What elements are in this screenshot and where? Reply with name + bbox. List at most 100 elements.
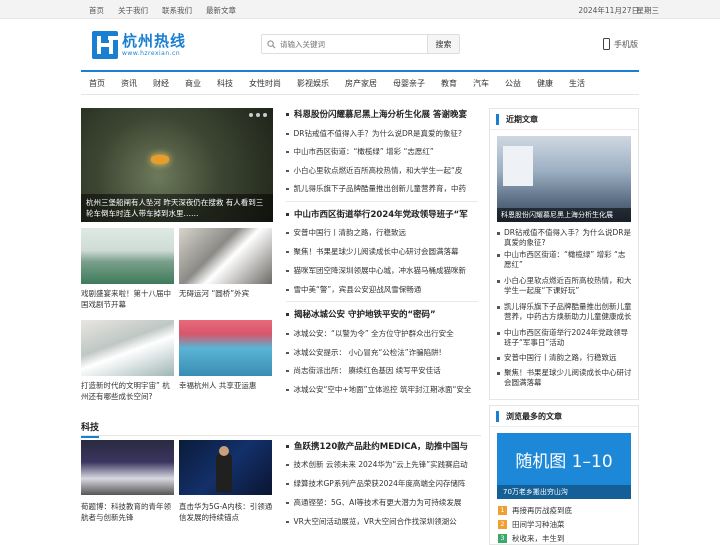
banner-caption: 70万老乡搬出穷山沟	[497, 485, 631, 499]
nav-item-news[interactable]: 资讯	[121, 78, 137, 89]
thumb-caption[interactable]: 打造新时代的文明宇宙” 杭州还有哪些成长空间?	[81, 380, 176, 402]
thumb-image-asiangames[interactable]	[179, 320, 272, 376]
sidebar-latest: 近期文章 科恩股份闪耀慕尼黑上海分析生化展 DR钻戒值不值得入手？为什么说DR是…	[489, 108, 639, 400]
sidebar-title: 近期文章	[490, 109, 638, 130]
thumb-caption[interactable]: 戏剧盛宴来啦！第十八届中国戏剧节开幕	[81, 288, 176, 310]
nav-item-business[interactable]: 商业	[185, 78, 201, 89]
top-weekday: 星期三	[636, 6, 660, 15]
sidebar-item[interactable]: 中山市西区街道：“橄榄绿” 增彩 “志愿红”	[490, 250, 638, 270]
nav-item-home[interactable]: 首页	[89, 78, 105, 89]
sidebar-title: 浏览最多的文章	[490, 406, 638, 427]
rank-number: 2	[498, 519, 507, 529]
news-item[interactable]: 雪中美“警”，宾县公安迎战风雪保畅通	[286, 284, 476, 295]
sidebar-image-caption[interactable]: 科恩股份闪耀慕尼黑上海分析生化展	[497, 208, 631, 222]
slider-dots[interactable]	[249, 113, 267, 117]
search-box: 搜索	[261, 34, 460, 54]
rank-item[interactable]: 2 田间学习种油菜	[490, 517, 638, 531]
sidebar-latest-image[interactable]: 科恩股份闪耀慕尼黑上海分析生化展	[497, 136, 631, 222]
rank-text: 秋收来，丰生到	[512, 533, 565, 543]
boat-light	[151, 155, 169, 164]
sidebar-item[interactable]: 安普中国行丨清韵之路，行稳致远	[490, 353, 638, 363]
news-item[interactable]: 小白心里软点燃近百所高校热情，和大学生一起“皮	[286, 165, 476, 176]
banner-text: 随机图 1–10	[515, 452, 613, 472]
news-headline[interactable]: 鱼跃携120款产品赴约MEDICA，助推中国与	[286, 440, 481, 452]
news-item[interactable]: 高通铿堃：5G、AI等技术有更大潜力为可持续发展	[286, 497, 476, 508]
nav-item-fashion[interactable]: 女性时尚	[249, 78, 281, 89]
sidebar-item[interactable]: 小白心里软点燃近百所高校热情，和大学生一起度“下课好玩”	[490, 276, 638, 296]
nav-item-finance[interactable]: 财经	[153, 78, 169, 89]
top-link-latest[interactable]: 最新文章	[206, 5, 236, 16]
sidebar-item[interactable]: 聚焦！书果星球少儿阅读成长中心研讨会圆满落幕	[490, 368, 638, 388]
mobile-version-link[interactable]: 手机版	[603, 38, 638, 50]
divider	[286, 201, 478, 202]
exhibit-booth	[503, 146, 533, 186]
rank-item[interactable]: 3 秋收来，丰生到	[490, 531, 638, 545]
news-headline[interactable]: 科恩股份闪耀慕尼黑上海分析生化展 答谢晚宴	[286, 108, 481, 120]
news-item[interactable]: 冰城公安“空中+地面”立体巡控 筑牢封江期冰面“安全	[286, 384, 476, 395]
thumb-image-huawei[interactable]	[179, 440, 272, 495]
search-icon	[264, 35, 278, 53]
thumb-image-civilization[interactable]	[81, 320, 174, 376]
nav-item-tech[interactable]: 科技	[217, 78, 233, 89]
tech-section-header: 科技	[81, 414, 481, 438]
news-headline[interactable]: 揭秘冰城公安 守护地铁平安的“密码”	[286, 308, 481, 320]
sidebar-item[interactable]: 中山市西区街道举行2024年党政领导班子“军事日”活动	[490, 328, 638, 348]
rank-item[interactable]: 1 再接再厉战疫到底	[490, 503, 638, 517]
mobile-label: 手机版	[614, 39, 638, 49]
top-links: 首页 关于我们 联系我们 最新文章	[89, 5, 250, 16]
news-item[interactable]: DR钻戒值不值得入手？为什么说DR是真爱的象征?	[286, 128, 476, 139]
sidebar-item[interactable]: DR钻戒值不值得入手？为什么说DR是真爱的象征?	[490, 228, 638, 248]
news-item[interactable]: 冰城公安：“以警为令” 全方位守护群众出行安全	[286, 328, 476, 339]
search-button[interactable]: 搜索	[427, 35, 459, 53]
site-logo[interactable]: 杭州热线 www.hzrexian.cn	[92, 31, 186, 59]
news-item[interactable]: 安普中国行丨清韵之路，行稳致远	[286, 227, 476, 238]
nav-item-parenting[interactable]: 母婴亲子	[393, 78, 425, 89]
nav-item-education[interactable]: 教育	[441, 78, 457, 89]
news-item[interactable]: 绿算技术GP系列产品荣获2024年度高端全闪存储阵	[286, 478, 476, 489]
slider-caption[interactable]: 杭州三堡船闸有人坠河 昨天深夜仍在搜救 有人看到三轮车倒车时连人带车掉到水里……	[81, 194, 273, 222]
rank-text: 再接再厉战疫到底	[512, 505, 572, 515]
top-bar: 首页 关于我们 联系我们 最新文章 2024年11月27日 星期三	[0, 0, 720, 19]
nav-item-health[interactable]: 健康	[537, 78, 553, 89]
news-item[interactable]: 冰城公安提示： 小心冒充“公检法”诈骗陷阱!	[286, 347, 476, 358]
rank-text: 田间学习种油菜	[512, 519, 565, 529]
sidebar-item[interactable]: 凯儿得乐旗下子品牌酷量推出创新儿童营养，中药古方焕新助力儿童健康成长	[490, 302, 638, 322]
main-nav: 首页 资讯 财经 商业 科技 女性时尚 影视娱乐 房产家居 母婴亲子 教育 汽车…	[81, 70, 639, 95]
thumb-image-tech-education[interactable]	[81, 440, 174, 495]
section-title[interactable]: 科技	[81, 414, 100, 438]
divider	[286, 301, 478, 302]
news-item[interactable]: 聚焦！书果星球少儿阅读成长中心研讨会圆满落幕	[286, 246, 476, 257]
rank-number: 1	[498, 505, 507, 515]
nav-item-home-living[interactable]: 房产家居	[345, 78, 377, 89]
news-item[interactable]: 技术创新 云领未来 2024华为“云上先锋”实践赛启动	[286, 459, 476, 470]
nav-item-life[interactable]: 生活	[569, 78, 585, 89]
top-link-about[interactable]: 关于我们	[118, 5, 148, 16]
nav-item-charity[interactable]: 公益	[505, 78, 521, 89]
thumb-caption[interactable]: 幸福杭州人 共享亚运惠	[179, 380, 274, 391]
logo-url: www.hzrexian.cn	[122, 50, 181, 57]
slider-image[interactable]: 杭州三堡船闸有人坠河 昨天深夜仍在搜救 有人看到三轮车倒车时连人带车掉到水里……	[81, 108, 273, 222]
thumb-image-drama[interactable]	[81, 228, 174, 284]
news-item[interactable]: 猫咪军团空降深圳领展中心城，冲水猫马桶成猫咪新	[286, 265, 476, 276]
news-item[interactable]: 凯儿得乐旗下子品牌酷量推出创新儿童营养育，中药	[286, 183, 476, 194]
news-headline[interactable]: 中山市西区街道举行2024年党政领导班子“军	[286, 208, 481, 220]
news-item[interactable]: 中山市西区街道：“橄榄绿” 增彩 “志愿红”	[286, 146, 476, 157]
thumb-caption[interactable]: 直击华为5G-A内核：引领通信发展的持续锚点	[179, 501, 274, 523]
top-date: 2024年11月27日	[578, 6, 639, 15]
thumb-caption[interactable]: 荀题博：科技教育的青年领航者与创新先锋	[81, 501, 176, 523]
logo-icon	[92, 31, 118, 59]
sidebar-popular: 浏览最多的文章 随机图 1–10 70万老乡搬出穷山沟 1 再接再厉战疫到底 2田…	[489, 405, 639, 545]
thumb-image-bridge[interactable]	[179, 228, 272, 284]
nav-item-entertainment[interactable]: 影视娱乐	[297, 78, 329, 89]
top-link-contact[interactable]: 联系我们	[162, 5, 192, 16]
rank-number: 3	[498, 533, 507, 543]
thumb-caption[interactable]: 无碍运河 “圆桥”外宾	[179, 288, 274, 299]
news-item[interactable]: 尚志街派出所： 赓续红色基因 续写平安佳话	[286, 365, 476, 376]
nav-item-auto[interactable]: 汽车	[473, 78, 489, 89]
phone-icon	[603, 38, 610, 50]
news-item[interactable]: VR大空间活动展览，VR大空间合作找深圳领湖公	[286, 516, 476, 527]
top-link-home[interactable]: 首页	[89, 5, 104, 16]
logo-name: 杭州热线	[122, 32, 187, 50]
search-input[interactable]	[278, 35, 427, 53]
sidebar-banner[interactable]: 随机图 1–10 70万老乡搬出穷山沟	[497, 433, 631, 499]
